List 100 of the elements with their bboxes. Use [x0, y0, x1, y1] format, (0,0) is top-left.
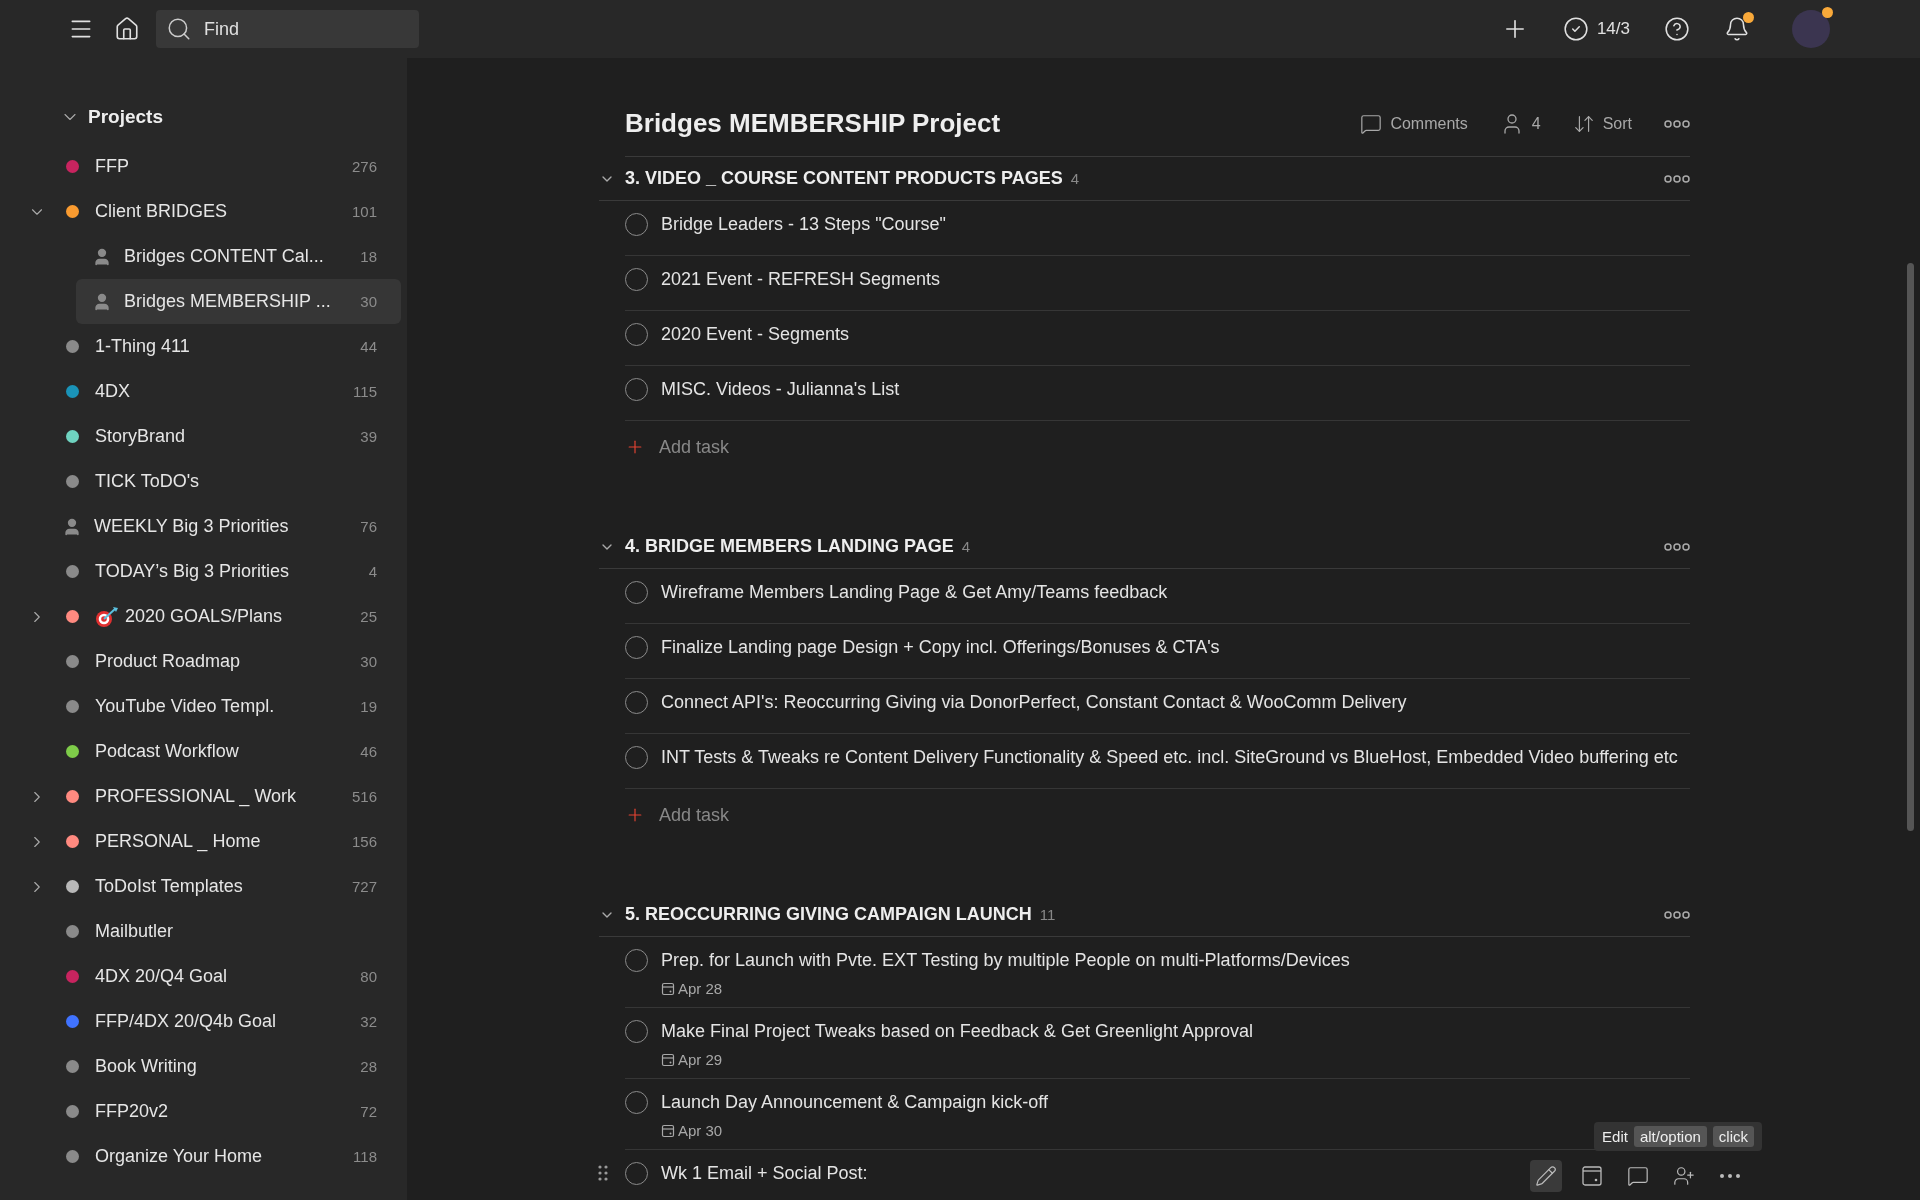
project-item[interactable]: FFP20v2 72 [6, 1089, 401, 1134]
more-icon [1664, 119, 1690, 128]
project-name: FFP [95, 156, 130, 177]
project-name: FFP20v2 [95, 1101, 170, 1122]
comment-icon [1360, 112, 1383, 135]
project-item[interactable]: TICK ToDO's [6, 459, 401, 504]
home-button[interactable] [114, 16, 140, 42]
help-button[interactable] [1664, 16, 1690, 42]
project-item[interactable]: StoryBrand 39 [6, 414, 401, 459]
project-item[interactable]: Client BRIDGES 101 [6, 189, 401, 234]
more-icon [1664, 542, 1690, 551]
project-name: TODAY’s Big 3 Priorities [95, 561, 291, 582]
project-name: Product Roadmap [95, 651, 242, 672]
home-icon [114, 16, 140, 42]
share-button[interactable]: 4 [1499, 111, 1541, 136]
project-name: Bridges CONTENT Cal... [124, 246, 325, 267]
project-item[interactable]: 1-Thing 411 44 [6, 324, 401, 369]
project-item[interactable]: Bridges MEMBERSHIP ... 30 [76, 279, 401, 324]
project-name: Book Writing [95, 1056, 198, 1077]
due-date[interactable]: Apr 30 [661, 1122, 1048, 1139]
search-field[interactable]: Find [156, 10, 419, 48]
calendar-icon [1581, 1165, 1603, 1187]
task-count: 80 [360, 968, 377, 985]
task-count: 19 [360, 698, 377, 715]
project-name: YouTube Video Templ. [95, 696, 276, 717]
project-name: PROFESSIONAL _ Work [95, 786, 298, 807]
shortcut-key: click [1712, 1126, 1754, 1147]
task-count: 727 [351, 878, 377, 895]
section-count: 11 [1039, 906, 1057, 923]
scrollbar-thumb[interactable] [1907, 263, 1914, 831]
check-circle-icon [1562, 16, 1589, 42]
section-more-button[interactable] [1664, 910, 1690, 919]
project-item[interactable]: WEEKLY Big 3 Priorities 76 [6, 504, 401, 549]
project-item[interactable]: Organize Your Home 118 [6, 1134, 401, 1179]
drag-handle-icon[interactable] [597, 1164, 609, 1182]
project-title: Bridges MEMBERSHIP Project [625, 108, 1002, 139]
task-count: 28 [360, 1058, 377, 1075]
project-name: PERSONAL _ Home [95, 831, 262, 852]
sort-button[interactable]: Sort [1572, 112, 1632, 135]
project-item[interactable]: 4DX 20/Q4 Goal 80 [6, 954, 401, 999]
project-name: 2020 GOALS/Plans [125, 606, 284, 627]
section-count: 4 [1070, 170, 1081, 187]
project-item[interactable]: Bridges CONTENT Cal... 18 [76, 234, 401, 279]
search-icon [166, 16, 192, 42]
project-item[interactable]: Book Writing 28 [6, 1044, 401, 1089]
karma-button[interactable]: 14/3 [1562, 16, 1630, 42]
project-item[interactable]: PERSONAL _ Home 156 [6, 819, 401, 864]
person-icon [62, 516, 82, 537]
section-title: 4. BRIDGE MEMBERS LANDING PAGE [625, 536, 954, 557]
search-input[interactable]: Find [204, 10, 409, 48]
projects-heading: Projects [88, 106, 163, 128]
task-title: 2021 Event - REFRESH Segments [661, 268, 941, 291]
project-name: StoryBrand [95, 426, 187, 447]
section-more-button[interactable] [1664, 542, 1690, 551]
task-count: 72 [360, 1103, 377, 1120]
project-item[interactable]: FFP 276 [6, 144, 401, 189]
edit-button[interactable] [1530, 1160, 1562, 1192]
task-count: 44 [360, 338, 377, 355]
project-item[interactable]: YouTube Video Templ. 19 [6, 684, 401, 729]
project-item[interactable]: PROFESSIONAL _ Work 516 [6, 774, 401, 819]
project-name: 1-Thing 411 [95, 336, 191, 357]
add-task-button[interactable]: Add task [625, 421, 730, 473]
section-title: 5. REOCCURRING GIVING CAMPAIGN LAUNCH [625, 904, 1032, 925]
project-item[interactable]: Podcast Workflow 46 [6, 729, 401, 774]
project-name: Podcast Workflow [95, 741, 240, 762]
add-task-button[interactable]: Add task [625, 789, 730, 841]
add-person-icon [1673, 1165, 1695, 1187]
more-button[interactable] [1664, 119, 1690, 128]
project-item[interactable]: 4DX 115 [6, 369, 401, 414]
task-count: 276 [351, 158, 377, 175]
section-more-button[interactable] [1664, 174, 1690, 183]
task-count: 39 [360, 428, 377, 445]
task-title: Wireframe Members Landing Page & Get Amy/Teams feedback [661, 581, 1168, 604]
due-date[interactable]: Apr 28 [661, 980, 1350, 997]
task-title: 2020 Event - Segments [661, 323, 850, 346]
comments-button[interactable]: Comments [1360, 112, 1468, 135]
avatar[interactable] [1792, 10, 1830, 48]
project-item[interactable]: Product Roadmap 30 [6, 639, 401, 684]
more-icon [1664, 174, 1690, 183]
pencil-icon [1535, 1165, 1557, 1187]
task-title: Connect API's: Reoccurring Giving via DonorPerfect, Constant Contact & WooComm Delivery [661, 691, 1407, 714]
task-count: 76 [360, 518, 377, 535]
task-count: 101 [351, 203, 377, 220]
project-item[interactable]: ToDoIst Templates 727 [6, 864, 401, 909]
help-icon [1664, 16, 1690, 42]
more-icon [1720, 1174, 1740, 1178]
task-title: MISC. Videos - Julianna's List [661, 378, 900, 401]
task-title: Make Final Project Tweaks based on Feedback & Get Greenlight Approval [661, 1020, 1253, 1043]
project-item[interactable]: 2020 GOALS/Plans 25 [6, 594, 401, 639]
project-item[interactable]: Mailbutler [6, 909, 401, 954]
project-item[interactable]: FFP/4DX 20/Q4b Goal 32 [6, 999, 401, 1044]
project-name: FFP/4DX 20/Q4b Goal [95, 1011, 278, 1032]
project-item[interactable]: TODAY’s Big 3 Priorities 4 [6, 549, 401, 594]
project-name: TICK ToDO's [95, 471, 201, 492]
due-date[interactable]: Apr 29 [661, 1051, 1253, 1068]
calendar-icon [661, 981, 675, 996]
section-count: 4 [961, 538, 972, 555]
project-name: Organize Your Home [95, 1146, 264, 1167]
shortcut-key: alt/option [1633, 1126, 1707, 1147]
task-count: 115 [353, 383, 377, 400]
